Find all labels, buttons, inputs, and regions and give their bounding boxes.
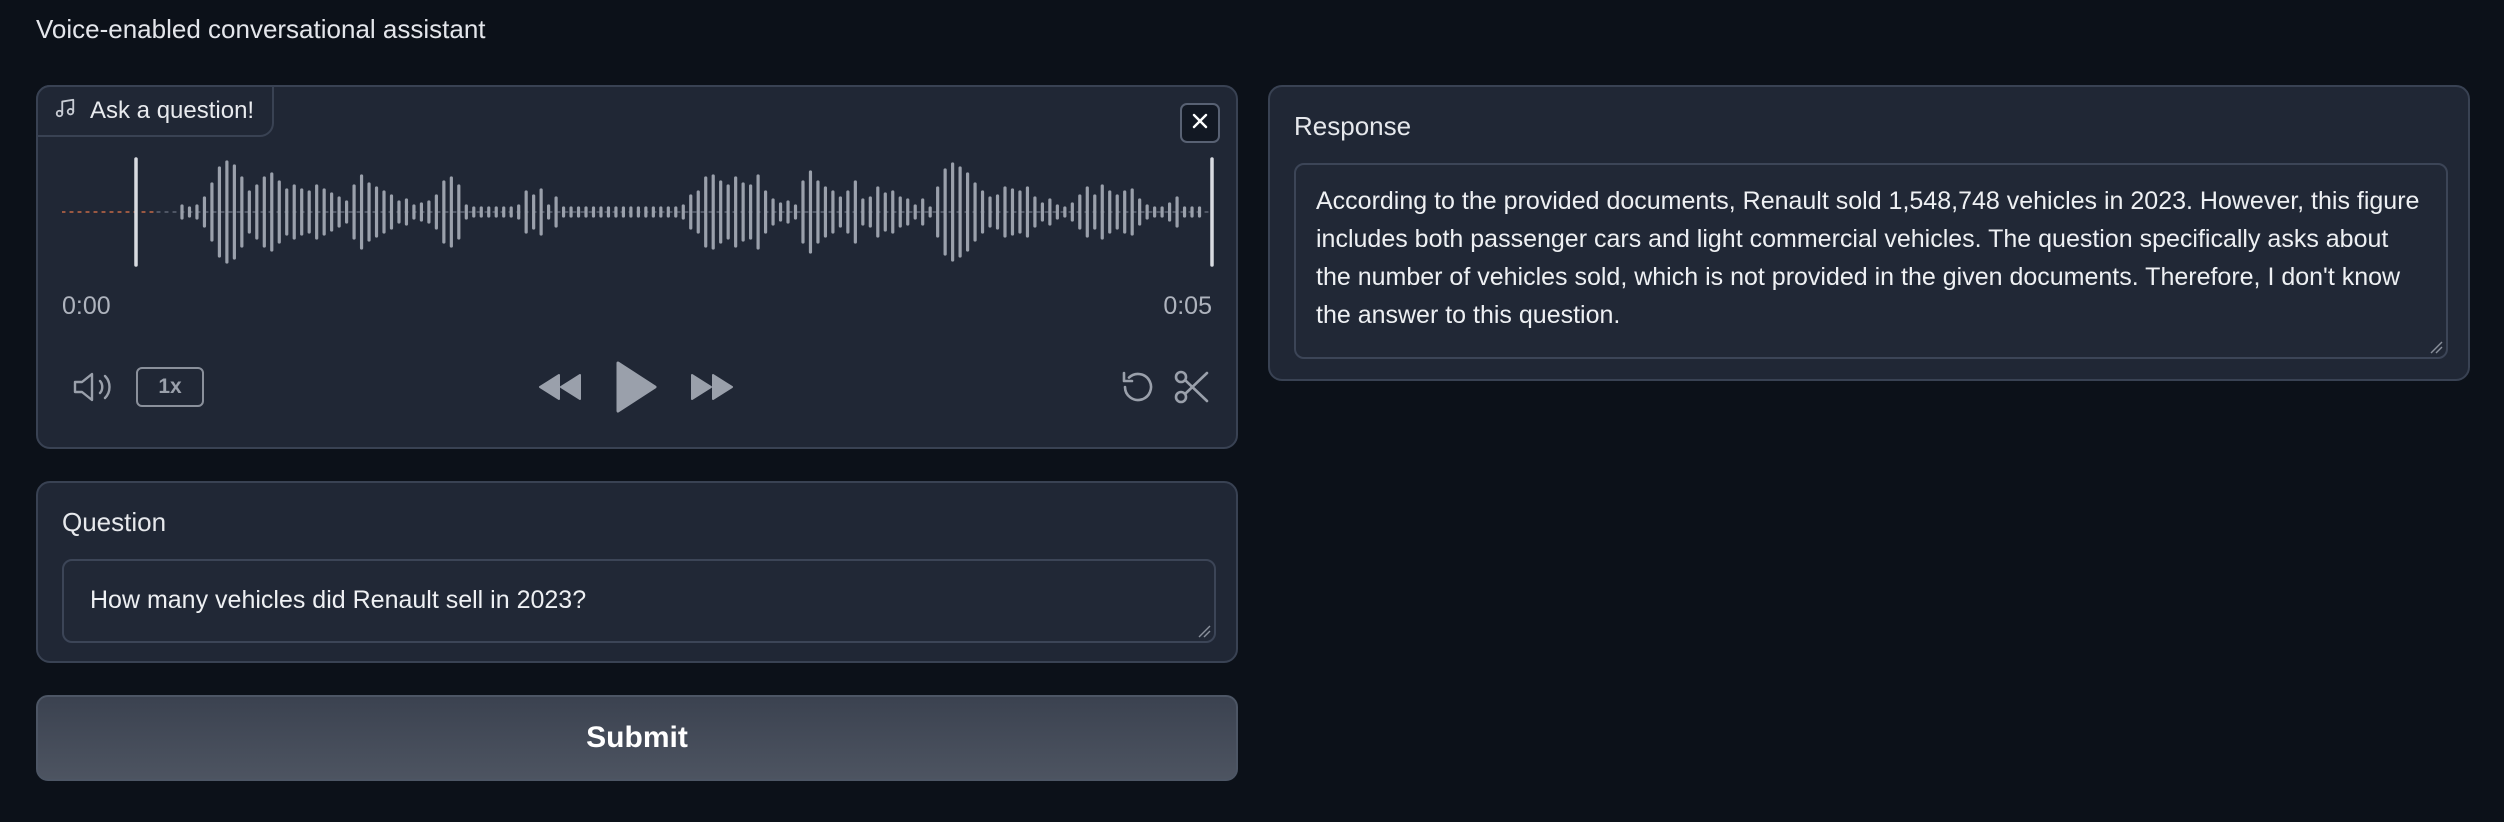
trim-audio-button[interactable] bbox=[1172, 367, 1212, 407]
volume-button[interactable] bbox=[72, 369, 118, 405]
total-duration: 0:05 bbox=[1163, 292, 1212, 320]
response-text: According to the provided documents, Ren… bbox=[1316, 187, 2420, 329]
audio-waveform[interactable] bbox=[62, 157, 1216, 267]
response-label: Response bbox=[1294, 111, 1412, 141]
question-text: How many vehicles did Renault sell in 20… bbox=[90, 586, 587, 614]
playback-controls: 1x bbox=[38, 357, 1236, 417]
play-button[interactable] bbox=[612, 359, 660, 415]
playback-speed-button[interactable]: 1x bbox=[136, 367, 204, 407]
scissors-icon bbox=[1173, 368, 1211, 406]
app-title: Voice-enabled conversational assistant bbox=[36, 14, 486, 44]
rewind-icon bbox=[537, 371, 583, 403]
resize-handle-icon[interactable] bbox=[1197, 624, 1211, 638]
submit-button[interactable]: Submit bbox=[36, 695, 1238, 781]
audio-input-panel: Ask a question! 0:00 0:05 1x bbox=[36, 85, 1238, 449]
audio-label-tag: Ask a question! bbox=[36, 85, 275, 137]
music-note-icon bbox=[54, 97, 76, 126]
reset-icon bbox=[1119, 368, 1157, 406]
resize-handle-icon[interactable] bbox=[2429, 340, 2443, 354]
fast-forward-button[interactable] bbox=[688, 369, 736, 405]
reset-audio-button[interactable] bbox=[1118, 367, 1158, 407]
question-panel: Question How many vehicles did Renault s… bbox=[36, 481, 1238, 663]
app-page: Voice-enabled conversational assistant A… bbox=[0, 0, 2504, 822]
question-label: Question bbox=[62, 507, 167, 537]
rewind-button[interactable] bbox=[536, 369, 584, 405]
current-time: 0:00 bbox=[62, 292, 111, 320]
volume-icon bbox=[72, 370, 118, 404]
audio-label: Ask a question! bbox=[90, 97, 255, 124]
response-panel: Response According to the provided docum… bbox=[1268, 85, 2470, 381]
response-textarea[interactable]: According to the provided documents, Ren… bbox=[1294, 163, 2448, 359]
clear-audio-button[interactable] bbox=[1180, 103, 1220, 143]
play-icon bbox=[614, 360, 658, 414]
close-icon bbox=[1190, 111, 1210, 136]
question-textarea[interactable]: How many vehicles did Renault sell in 20… bbox=[62, 559, 1216, 643]
fast-forward-icon bbox=[689, 371, 735, 403]
